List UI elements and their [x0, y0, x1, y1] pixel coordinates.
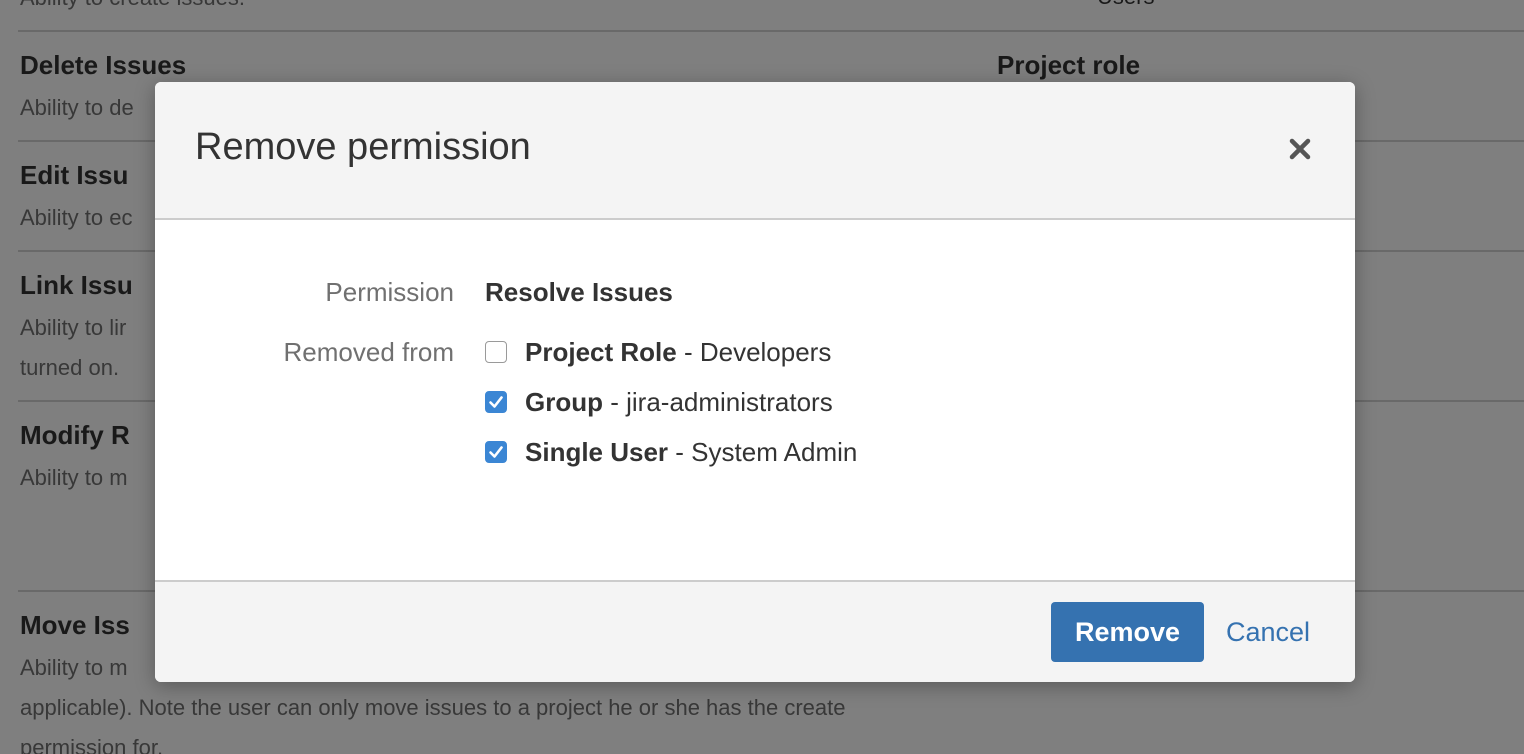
dialog-header: Remove permission — [155, 82, 1355, 220]
checkmark-icon — [489, 446, 503, 458]
permission-value: Resolve Issues — [485, 277, 673, 307]
remove-button[interactable]: Remove — [1051, 602, 1204, 662]
option-label: Single User - System Admin — [525, 437, 857, 468]
dialog-body: Permission Resolve Issues Removed from P… — [155, 220, 1355, 580]
option-name: System Admin — [691, 437, 858, 467]
cancel-link[interactable]: Cancel — [1226, 617, 1310, 648]
checkbox-group[interactable] — [485, 391, 507, 413]
removed-from-label: Removed from — [283, 337, 455, 367]
dialog-title: Remove permission — [195, 126, 531, 168]
dialog-footer: Remove Cancel — [155, 580, 1355, 682]
page: Ability to create issues. Users Delete I… — [0, 0, 1524, 754]
close-icon[interactable] — [1283, 132, 1317, 166]
option-name: jira-administrators — [626, 387, 833, 417]
option-label: Group - jira-administrators — [525, 387, 833, 418]
option-type: Group — [525, 387, 603, 417]
checkmark-icon — [489, 396, 503, 408]
option-name: Developers — [699, 337, 832, 367]
option-label: Project Role - Developers — [525, 337, 831, 368]
option-separator: - — [668, 437, 692, 467]
checkbox-project-role[interactable] — [485, 341, 507, 363]
option-separator: - — [603, 387, 627, 417]
option-type: Single User — [525, 437, 669, 467]
permission-label: Permission — [325, 277, 454, 307]
option-separator: - — [676, 337, 700, 367]
checkbox-single-user[interactable] — [485, 441, 507, 463]
remove-permission-dialog: Remove permission Permission Resolve Iss… — [155, 82, 1355, 682]
option-type: Project Role — [525, 337, 677, 367]
